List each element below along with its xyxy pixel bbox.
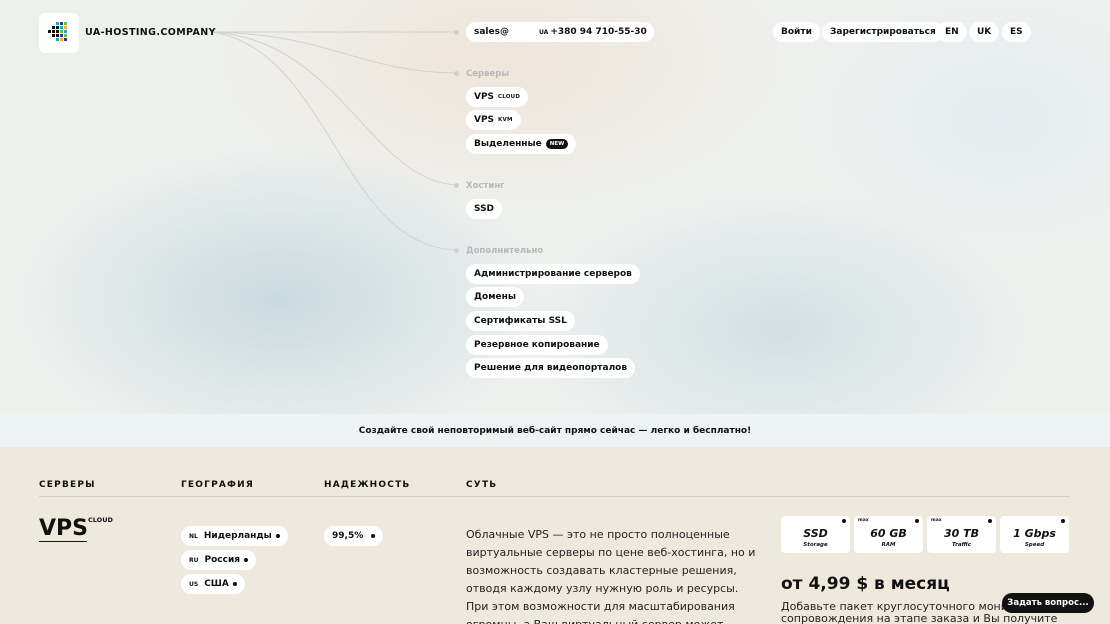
new-badge: NEW (545, 139, 569, 149)
spec-traffic: max 30 TB Traffic (927, 516, 996, 553)
login-button[interactable]: Войти (773, 22, 820, 42)
location-us[interactable]: US США (181, 574, 245, 594)
menu-admin[interactable]: Администрирование серверов (466, 264, 640, 284)
menu-dedicated-label: Выделенные (474, 139, 542, 149)
menu-vps-cloud-label: VPS (474, 92, 495, 102)
menu-domains-label: Домены (474, 292, 517, 302)
spec-ram: max 60 GB RAM (854, 516, 923, 553)
column-servers: СЕРВЕРЫ (39, 480, 96, 490)
contact-pill[interactable]: sales@ UA +380 94 710-55-30 (466, 22, 654, 42)
lang-en-button[interactable]: EN (937, 22, 967, 42)
lang-es-label: ES (1010, 27, 1023, 37)
product-title-sup: CLOUD (88, 516, 113, 524)
location-us-code: US (189, 580, 199, 588)
tree-node (454, 71, 459, 76)
lang-uk-label: UK (977, 27, 992, 37)
spec-label: Speed (1024, 542, 1045, 548)
tree-node (454, 30, 459, 35)
column-essence: СУТЬ (466, 480, 498, 490)
location-dot-icon (244, 558, 249, 562)
lang-es-button[interactable]: ES (1002, 22, 1031, 42)
location-us-name: США (204, 579, 229, 589)
menu-video[interactable]: Решение для видеопорталов (466, 358, 636, 378)
menu-vps-kvm-label: VPS (474, 115, 495, 125)
spec-dot-icon (842, 519, 846, 523)
spec-label: Storage (803, 542, 828, 548)
menu-ssd-label: SSD (474, 204, 495, 214)
spec-value: 1 Gbps (1013, 527, 1056, 540)
location-nl-code: NL (189, 532, 198, 540)
brand-name: UA-HOSTING.COMPANY (85, 27, 216, 38)
menu-dedicated[interactable]: Выделенные NEW (466, 134, 577, 154)
product-price: от 4,99 $ в месяц (781, 574, 950, 594)
menu-backup-label: Резервное копирование (474, 340, 600, 350)
spec-dot-icon (1061, 519, 1065, 523)
promo-banner-text: Создайте свой неповторимый веб-сайт прям… (358, 425, 752, 436)
menu-vps-cloud[interactable]: VPS CLOUD (466, 87, 529, 107)
menu-group-hosting: Хостинг (466, 181, 505, 191)
column-divider (39, 496, 1070, 497)
spec-value: 30 TB (943, 527, 980, 540)
spec-value: 60 GB (870, 527, 907, 540)
menu-admin-label: Администрирование серверов (474, 269, 632, 279)
menu-group-servers: Серверы (466, 69, 510, 79)
ask-question-label: Задать вопрос... (1007, 598, 1089, 608)
lang-uk-button[interactable]: UK (969, 22, 1000, 42)
menu-ssl-label: Сертификаты SSL (474, 316, 567, 326)
menu-domains[interactable]: Домены (466, 287, 525, 307)
reliability-dot-icon (371, 534, 376, 538)
location-nl[interactable]: NL Нидерланды (181, 526, 288, 546)
spec-storage: SSD Storage (781, 516, 850, 553)
spec-label: Traffic (951, 542, 972, 548)
menu-ssl[interactable]: Сертификаты SSL (466, 311, 575, 331)
spec-dot-icon (915, 519, 919, 523)
grid-logo-icon (48, 22, 67, 41)
sales-email[interactable]: sales@ (474, 27, 509, 37)
product-title[interactable]: VPS (39, 516, 88, 541)
menu-vps-cloud-tag: CLOUD (498, 94, 521, 100)
login-label: Войти (781, 27, 812, 37)
location-ru[interactable]: RU Россия (181, 550, 257, 570)
menu-ssd[interactable]: SSD (466, 199, 503, 219)
reliability-value: 99,5% (332, 531, 364, 541)
tree-node (454, 183, 459, 188)
phone-country: UA (538, 28, 549, 36)
menu-backup[interactable]: Резервное копирование (466, 335, 608, 355)
logo-link[interactable] (39, 13, 79, 53)
reliability-pill[interactable]: 99,5% (324, 526, 384, 546)
menu-video-label: Решение для видеопорталов (474, 363, 628, 373)
spec-label: RAM (881, 542, 896, 548)
menu-group-extra: Дополнительно (466, 246, 544, 256)
phone-number[interactable]: +380 94 710-55-30 (550, 27, 646, 37)
location-dot-icon (232, 582, 237, 586)
product-description: Облачные VPS — это не просто полноценные… (466, 528, 756, 624)
promo-banner[interactable]: Создайте свой неповторимый веб-сайт прям… (0, 414, 1110, 447)
location-ru-code: RU (189, 556, 199, 564)
register-button[interactable]: Зарегистрироваться (822, 22, 944, 42)
menu-vps-kvm-tag: KVM (498, 117, 513, 123)
lang-en-label: EN (945, 27, 959, 37)
menu-vps-kvm[interactable]: VPS KVM (466, 110, 521, 130)
ask-question-button[interactable]: Задать вопрос... (1002, 593, 1094, 613)
register-label: Зарегистрироваться (830, 27, 936, 37)
location-dot-icon (275, 534, 280, 538)
spec-dot-icon (988, 519, 992, 523)
product-title-underline (39, 541, 87, 542)
column-reliability: НАДЕЖНОСТЬ (324, 480, 411, 490)
spec-speed: 1 Gbps Speed (1000, 516, 1069, 553)
spec-value: SSD (803, 527, 828, 540)
tree-node (454, 248, 459, 253)
location-nl-name: Нидерланды (203, 531, 272, 541)
spec-max: max (858, 518, 869, 523)
spec-max: max (931, 518, 942, 523)
column-geo: ГЕОГРАФИЯ (181, 480, 255, 490)
location-ru-name: Россия (204, 555, 241, 565)
